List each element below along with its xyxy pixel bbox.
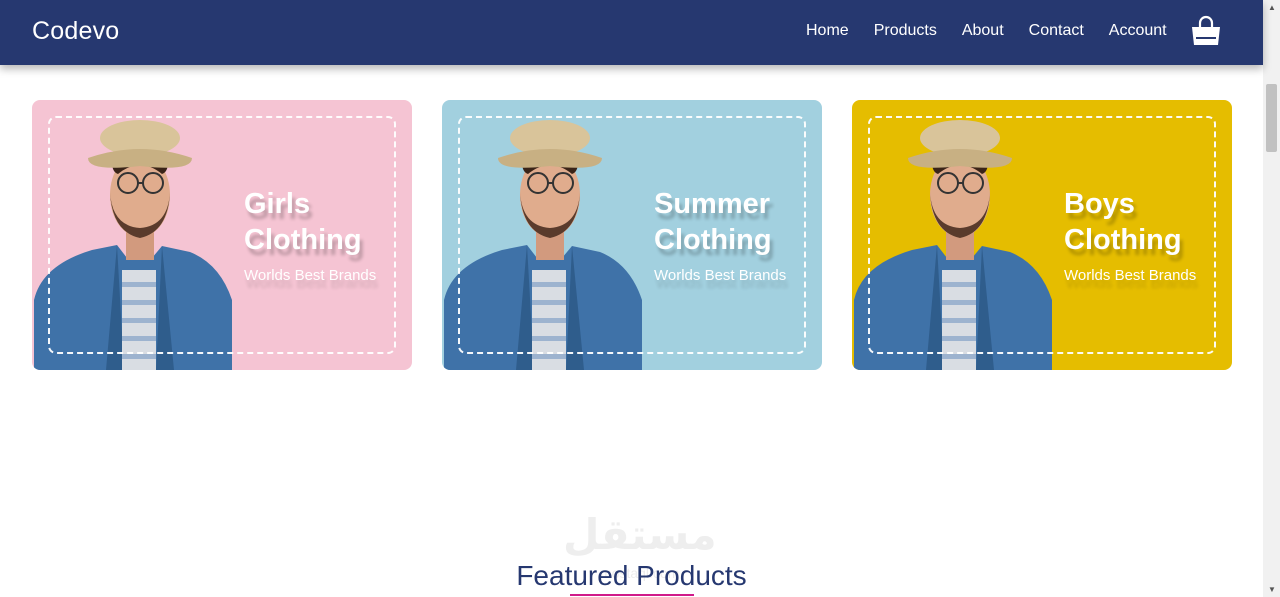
nav-contact-link[interactable]: Contact [1029,22,1084,40]
heading-underline [570,594,694,596]
scrollbar-thumb[interactable] [1266,84,1277,152]
top-navbar: Codevo Home Products About Contact Accou… [0,0,1263,65]
card-girls-clothing[interactable]: Girls Clothing Worlds Best Brands [32,100,412,370]
card-subtitle: Worlds Best Brands [244,267,377,284]
main-nav: Home Products About Contact Account [806,22,1167,40]
featured-products-heading: Featured Products [516,560,747,591]
scroll-down-arrow-icon[interactable]: ▼ [1268,585,1276,594]
card-summer-clothing[interactable]: Summer Clothing Worlds Best Brands [442,100,822,370]
nav-home-link[interactable]: Home [806,22,849,40]
scroll-up-arrow-icon[interactable]: ▲ [1268,3,1276,12]
watermark-logo: مستقل [563,511,717,558]
card-title: Boys Clothing [1064,188,1182,256]
card-subtitle: Worlds Best Brands [1064,267,1197,284]
category-cards: Girls Clothing Worlds Best Brands Summer… [32,100,1232,370]
shopping-bag-icon[interactable] [1190,15,1222,47]
card-boys-clothing[interactable]: Boys Clothing Worlds Best Brands [852,100,1232,370]
nav-products-link[interactable]: Products [874,22,937,40]
card-title: Summer Clothing [654,188,772,256]
site-logo[interactable]: Codevo [32,17,119,46]
nav-account-link[interactable]: Account [1109,22,1167,40]
nav-about-link[interactable]: About [962,22,1004,40]
card-subtitle: Worlds Best Brands [654,267,787,284]
vertical-scrollbar[interactable]: ▲ ▼ [1263,0,1280,597]
card-title: Girls Clothing [244,188,362,256]
